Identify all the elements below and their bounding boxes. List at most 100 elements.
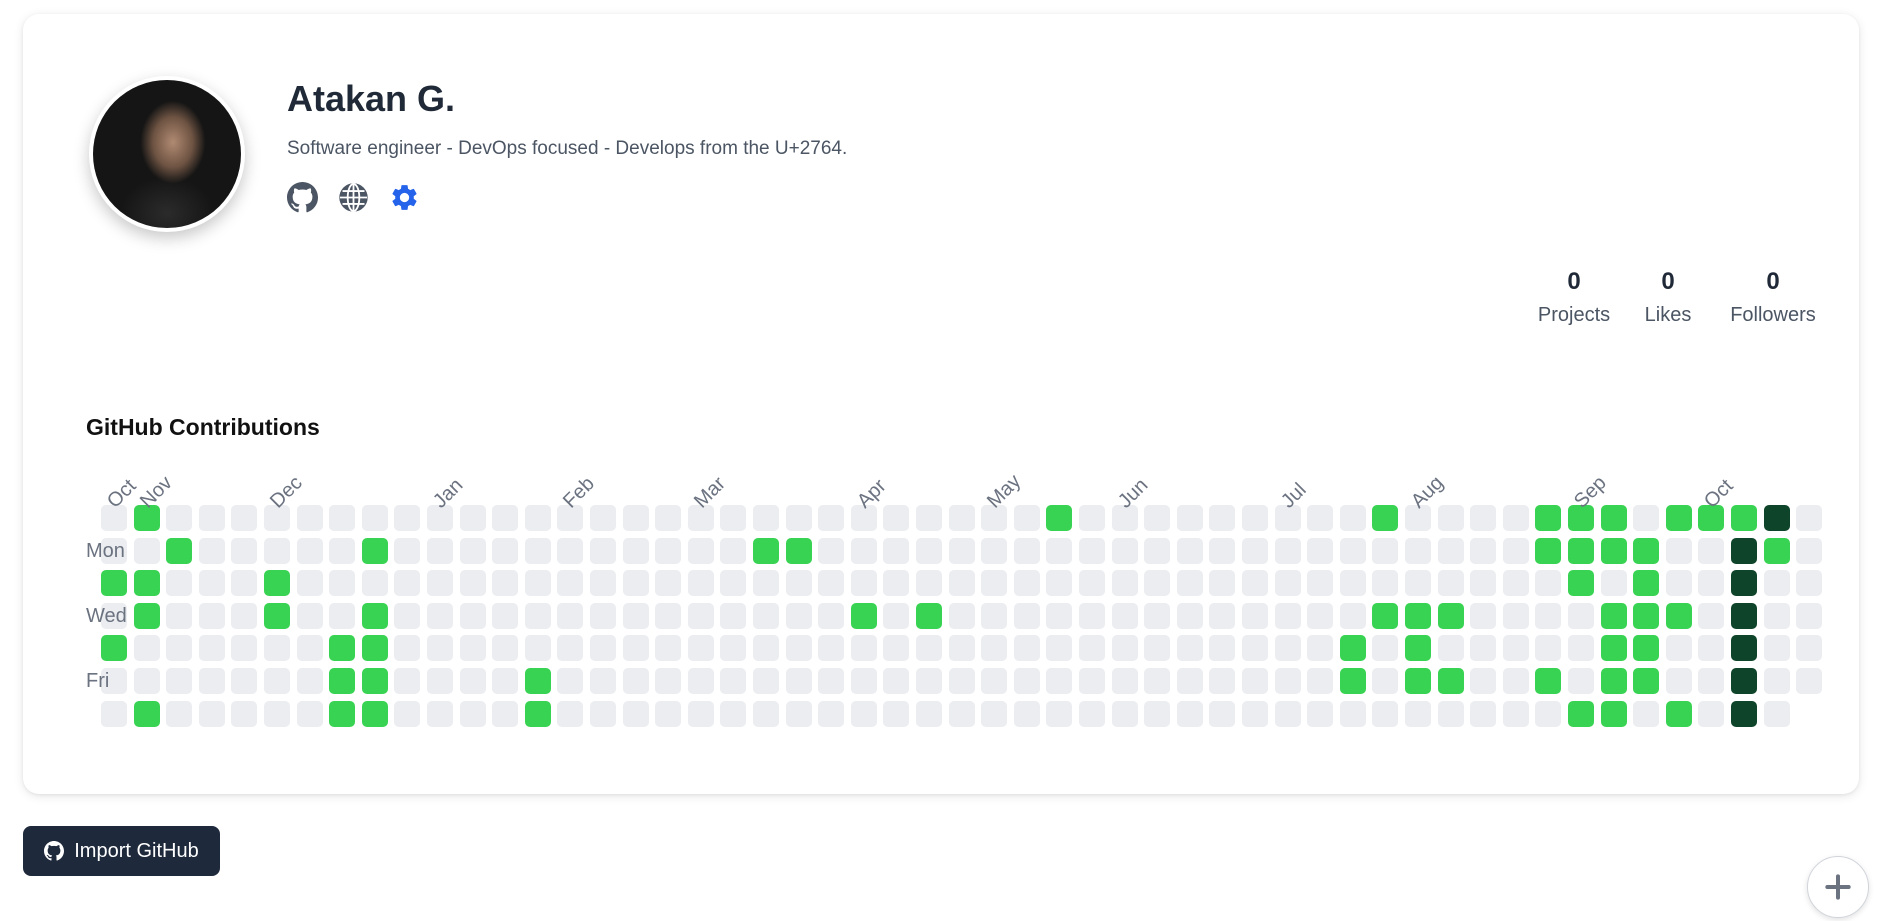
contribution-cell[interactable] [1046, 668, 1073, 694]
contribution-cell[interactable] [394, 635, 421, 662]
contribution-cell[interactable] [883, 635, 910, 662]
contribution-cell[interactable] [1535, 700, 1562, 727]
contribution-cell[interactable] [1339, 602, 1366, 629]
contribution-cell[interactable] [1502, 635, 1529, 662]
contribution-cell[interactable] [1046, 570, 1073, 597]
contribution-cell[interactable] [1111, 668, 1138, 694]
contribution-cell[interactable] [198, 570, 225, 597]
contribution-cell[interactable] [101, 635, 127, 662]
contribution-cell[interactable] [1470, 635, 1497, 662]
contribution-cell[interactable] [883, 602, 910, 629]
contribution-cell[interactable] [133, 700, 160, 727]
contribution-cell[interactable] [1763, 700, 1790, 727]
contribution-cell[interactable] [1111, 570, 1138, 597]
contribution-cell[interactable] [1796, 505, 1823, 531]
contribution-cell[interactable] [1437, 602, 1464, 629]
contribution-cell[interactable] [459, 537, 486, 564]
contribution-cell[interactable] [1568, 570, 1594, 597]
contribution-cell[interactable] [1698, 537, 1725, 564]
contribution-cell[interactable] [1013, 570, 1040, 597]
contribution-cell[interactable] [655, 570, 682, 597]
contribution-cell[interactable] [264, 602, 290, 629]
contribution-cell[interactable] [916, 668, 942, 694]
contribution-cell[interactable] [1535, 505, 1562, 531]
contribution-cell[interactable] [785, 505, 812, 531]
contribution-cell[interactable] [166, 635, 193, 662]
contribution-cell[interactable] [1405, 570, 1431, 597]
contribution-cell[interactable] [818, 570, 845, 597]
contribution-cell[interactable] [850, 602, 877, 629]
contribution-cell[interactable] [818, 700, 845, 727]
contribution-cell[interactable] [1633, 668, 1660, 694]
contribution-cell[interactable] [1502, 505, 1529, 531]
contribution-cell[interactable] [1242, 505, 1268, 531]
contribution-cell[interactable] [296, 537, 323, 564]
github-icon[interactable] [287, 182, 318, 213]
contribution-cell[interactable] [166, 668, 193, 694]
contribution-cell[interactable] [1437, 700, 1464, 727]
contribution-cell[interactable] [1079, 537, 1105, 564]
contribution-cell[interactable] [1502, 668, 1529, 694]
contribution-cell[interactable] [1502, 537, 1529, 564]
contribution-cell[interactable] [133, 570, 160, 597]
contribution-cell[interactable] [916, 700, 942, 727]
contribution-cell[interactable] [948, 602, 975, 629]
contribution-cell[interactable] [818, 635, 845, 662]
contribution-cell[interactable] [1535, 635, 1562, 662]
contribution-cell[interactable] [329, 700, 356, 727]
contribution-cell[interactable] [1796, 635, 1823, 662]
contribution-cell[interactable] [948, 668, 975, 694]
contribution-cell[interactable] [1405, 668, 1431, 694]
contribution-cell[interactable] [818, 505, 845, 531]
contribution-cell[interactable] [1046, 602, 1073, 629]
contribution-cell[interactable] [361, 635, 388, 662]
contribution-cell[interactable] [1013, 537, 1040, 564]
contribution-cell[interactable] [492, 570, 519, 597]
contribution-cell[interactable] [1633, 505, 1660, 531]
contribution-cell[interactable] [361, 537, 388, 564]
contribution-cell[interactable] [1731, 700, 1757, 727]
contribution-cell[interactable] [622, 700, 649, 727]
contribution-cell[interactable] [1176, 635, 1203, 662]
contribution-cell[interactable] [1372, 700, 1399, 727]
contribution-cell[interactable] [198, 635, 225, 662]
contribution-cell[interactable] [1372, 602, 1399, 629]
contribution-cell[interactable] [198, 537, 225, 564]
contribution-cell[interactable] [720, 635, 747, 662]
contribution-cell[interactable] [1763, 505, 1790, 531]
contribution-cell[interactable] [1079, 505, 1105, 531]
contribution-cell[interactable] [1209, 635, 1236, 662]
contribution-cell[interactable] [1176, 537, 1203, 564]
contribution-cell[interactable] [655, 668, 682, 694]
contribution-cell[interactable] [1209, 602, 1236, 629]
globe-icon[interactable] [338, 182, 369, 213]
contribution-cell[interactable] [1633, 635, 1660, 662]
contribution-cell[interactable] [492, 635, 519, 662]
contribution-cell[interactable] [1665, 700, 1692, 727]
contribution-cell[interactable] [1176, 602, 1203, 629]
contribution-cell[interactable] [1600, 700, 1627, 727]
contribution-cell[interactable] [361, 570, 388, 597]
contribution-cell[interactable] [1046, 537, 1073, 564]
add-button[interactable] [1807, 856, 1869, 918]
contribution-cell[interactable] [590, 668, 616, 694]
contribution-cell[interactable] [883, 570, 910, 597]
contribution-cell[interactable] [1339, 700, 1366, 727]
contribution-cell[interactable] [1372, 635, 1399, 662]
contribution-cell[interactable] [1209, 570, 1236, 597]
contribution-cell[interactable] [1470, 602, 1497, 629]
contribution-cell[interactable] [1242, 570, 1268, 597]
contribution-cell[interactable] [1046, 700, 1073, 727]
contribution-cell[interactable] [1111, 537, 1138, 564]
contribution-cell[interactable] [1470, 537, 1497, 564]
contribution-cell[interactable] [883, 700, 910, 727]
contribution-cell[interactable] [883, 505, 910, 531]
contribution-cell[interactable] [492, 700, 519, 727]
contribution-cell[interactable] [1763, 537, 1790, 564]
contribution-cell[interactable] [818, 537, 845, 564]
contribution-cell[interactable] [1568, 602, 1594, 629]
contribution-cell[interactable] [427, 668, 453, 694]
contribution-cell[interactable] [394, 700, 421, 727]
contribution-cell[interactable] [1796, 537, 1823, 564]
contribution-cell[interactable] [1731, 537, 1757, 564]
